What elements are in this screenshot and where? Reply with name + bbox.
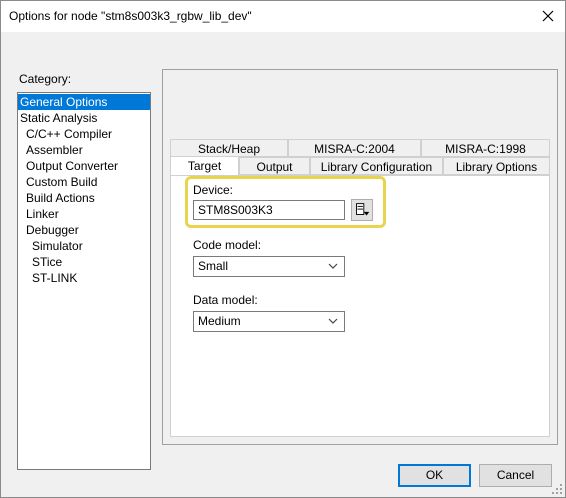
tab-label: MISRA-C:1998 — [445, 142, 526, 156]
chevron-down-icon — [328, 318, 338, 324]
tab-stack-heap[interactable]: Stack/Heap — [170, 139, 288, 157]
category-label: Category: — [19, 72, 72, 86]
close-icon — [542, 10, 554, 22]
tab-label: Output — [256, 160, 293, 174]
tab-target[interactable]: Target — [170, 156, 239, 175]
chevron-down-icon — [328, 263, 338, 269]
category-item[interactable]: Output Converter — [18, 158, 120, 174]
category-item[interactable]: General Options — [18, 94, 150, 110]
category-item[interactable]: Assembler — [18, 142, 85, 158]
data-model-value: Medium — [198, 314, 241, 328]
tab-label: Stack/Heap — [197, 142, 261, 156]
code-model-value: Small — [198, 259, 229, 273]
category-item[interactable]: Linker — [18, 206, 61, 222]
resize-grip-icon[interactable] — [551, 483, 563, 495]
code-model-label: Code model: — [193, 238, 262, 252]
title-bar: Options for node "stm8s003k3_rgbw_lib_de… — [1, 1, 565, 32]
category-item[interactable]: Static Analysis — [18, 110, 99, 126]
tab-label: Library Configuration — [320, 160, 433, 174]
options-dialog: Options for node "stm8s003k3_rgbw_lib_de… — [0, 0, 566, 498]
tab-label: Library Options — [455, 160, 538, 174]
data-model-select[interactable]: Medium — [193, 311, 345, 332]
category-item[interactable]: Custom Build — [18, 174, 99, 190]
ok-button[interactable]: OK — [398, 464, 471, 487]
tab-library-configuration[interactable]: Library Configuration — [310, 157, 443, 175]
tab-library-options[interactable]: Library Options — [443, 157, 550, 175]
cancel-button[interactable]: Cancel — [479, 464, 552, 487]
data-model-label: Data model: — [193, 293, 258, 307]
category-item[interactable]: ST-LINK — [18, 270, 79, 286]
close-button[interactable] — [539, 7, 557, 25]
category-item[interactable]: Build Actions — [18, 190, 97, 206]
device-highlight-box — [185, 176, 386, 228]
tab-output[interactable]: Output — [239, 157, 310, 175]
category-list[interactable]: General Options Static Analysis C/C++ Comp… — [17, 92, 151, 470]
tab-misra-c-2004[interactable]: MISRA-C:2004 — [288, 139, 421, 157]
tab-misra-c-1998[interactable]: MISRA-C:1998 — [421, 139, 550, 157]
category-item[interactable]: STice — [18, 254, 64, 270]
tab-label: Target — [187, 159, 222, 173]
category-item[interactable]: Debugger — [18, 222, 81, 238]
code-model-select[interactable]: Small — [193, 256, 345, 277]
category-item[interactable]: C/C++ Compiler — [18, 126, 114, 142]
window-title: Options for node "stm8s003k3_rgbw_lib_de… — [9, 9, 252, 23]
category-item[interactable]: Simulator — [18, 238, 85, 254]
tab-label: MISRA-C:2004 — [314, 142, 395, 156]
